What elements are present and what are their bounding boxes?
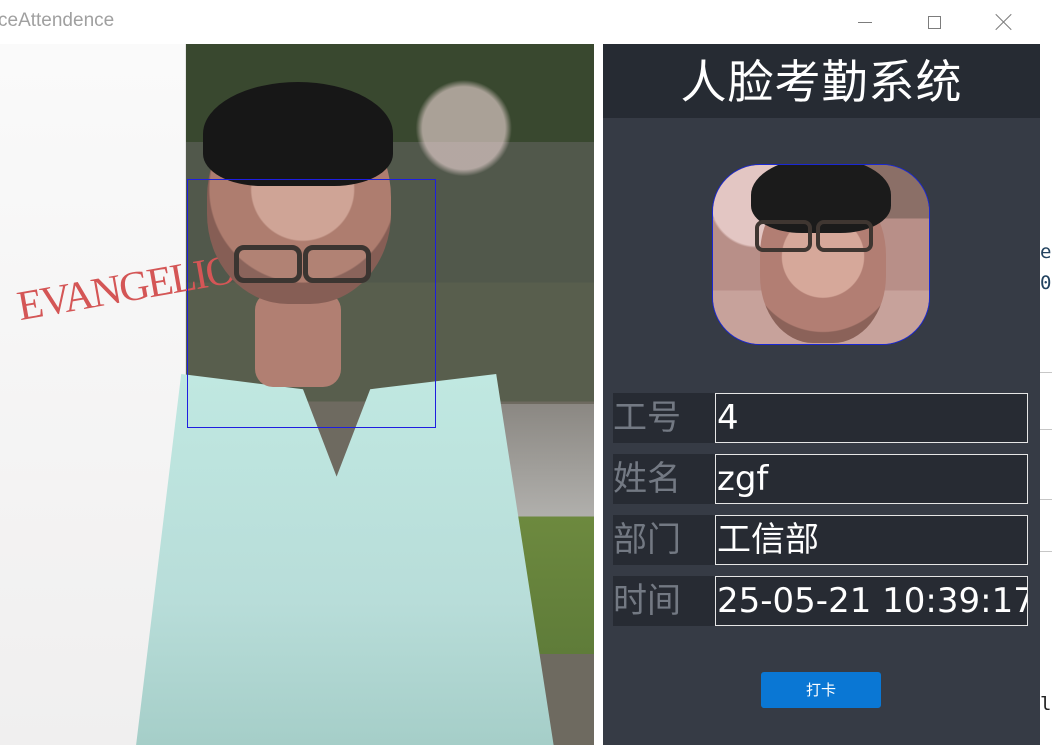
department-label: 部门 xyxy=(613,515,715,565)
time-label: 时间 xyxy=(613,576,715,626)
face-detection-box xyxy=(187,179,436,428)
background-code-snippet: ec xyxy=(1040,242,1052,262)
attendance-panel: 人脸考勤系统 工号 4 姓名 zgf 部门 工信部 时间 25-05-21 10… xyxy=(603,44,1040,745)
panel-header: 人脸考勤系统 xyxy=(603,44,1040,118)
punch-in-button[interactable]: 打卡 xyxy=(761,672,881,708)
employee-name-label: 姓名 xyxy=(613,454,715,504)
close-icon xyxy=(995,13,1013,31)
camera-person-hair xyxy=(203,82,393,186)
background-table-lines xyxy=(1040,372,1052,552)
department-value: 工信部 xyxy=(715,515,1028,565)
attendance-window: ceAttendence EVANGELION 人脸考勤系统 工号 4 姓名 z… xyxy=(0,0,1040,745)
system-title: 人脸考勤系统 xyxy=(680,55,963,109)
camera-feed: EVANGELION xyxy=(0,44,594,745)
window-titlebar[interactable]: ceAttendence xyxy=(0,0,1040,44)
background-code-snippet: 08 xyxy=(1040,273,1052,293)
maximize-icon xyxy=(927,15,941,29)
employee-id-value: 4 xyxy=(715,393,1028,443)
recognized-face-glasses-right xyxy=(816,220,873,252)
recognized-face-image xyxy=(712,164,930,345)
background-code-snippet: l xyxy=(1040,694,1052,714)
employee-name-value: zgf xyxy=(715,454,1028,504)
time-value: 25-05-21 10:39:17 xyxy=(715,576,1028,626)
window-title: ceAttendence xyxy=(0,10,115,31)
panel-divider xyxy=(594,44,603,745)
employee-id-label: 工号 xyxy=(613,393,715,443)
minimize-button[interactable] xyxy=(830,0,900,44)
close-button[interactable] xyxy=(969,0,1039,44)
minimize-icon xyxy=(858,21,872,23)
recognized-face-glasses-left xyxy=(755,220,812,252)
maximize-button[interactable] xyxy=(899,0,969,44)
